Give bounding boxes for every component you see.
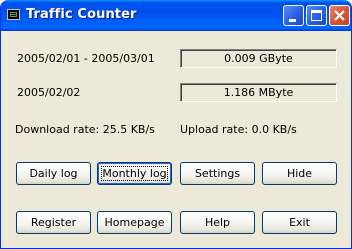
settings-button[interactable]: Settings xyxy=(180,162,255,185)
traffic-counter-window: Traffic Counter 2005/02/01 - 2005/03/01 … xyxy=(0,0,352,249)
day-label: 2005/02/02 xyxy=(17,86,81,99)
daily-log-button[interactable]: Daily log xyxy=(16,162,91,185)
window-title: Traffic Counter xyxy=(26,7,137,22)
download-rate: Download rate: 25.5 KB/s xyxy=(15,123,155,136)
upload-rate: Upload rate: 0.0 KB/s xyxy=(180,123,297,136)
maximize-icon xyxy=(311,10,322,21)
help-button[interactable]: Help xyxy=(180,211,255,234)
register-button[interactable]: Register xyxy=(16,211,91,234)
monthly-log-label: Monthly log xyxy=(102,167,167,180)
app-monitor-icon[interactable] xyxy=(7,9,20,20)
minimize-button[interactable] xyxy=(283,5,304,26)
hide-button[interactable]: Hide xyxy=(262,162,337,185)
monthly-log-button[interactable]: Monthly log xyxy=(97,162,172,185)
maximize-button[interactable] xyxy=(306,5,327,26)
exit-button[interactable]: Exit xyxy=(262,211,337,234)
close-button[interactable] xyxy=(329,5,350,26)
homepage-button[interactable]: Homepage xyxy=(97,211,172,234)
period-label: 2005/02/01 - 2005/03/01 xyxy=(17,52,155,65)
title-bar[interactable]: Traffic Counter xyxy=(1,0,351,31)
day-traffic-value: 1.186 MByte xyxy=(180,83,337,102)
period-traffic-value: 0.009 GByte xyxy=(180,49,337,68)
close-icon xyxy=(334,10,345,21)
minimize-icon xyxy=(289,19,296,22)
